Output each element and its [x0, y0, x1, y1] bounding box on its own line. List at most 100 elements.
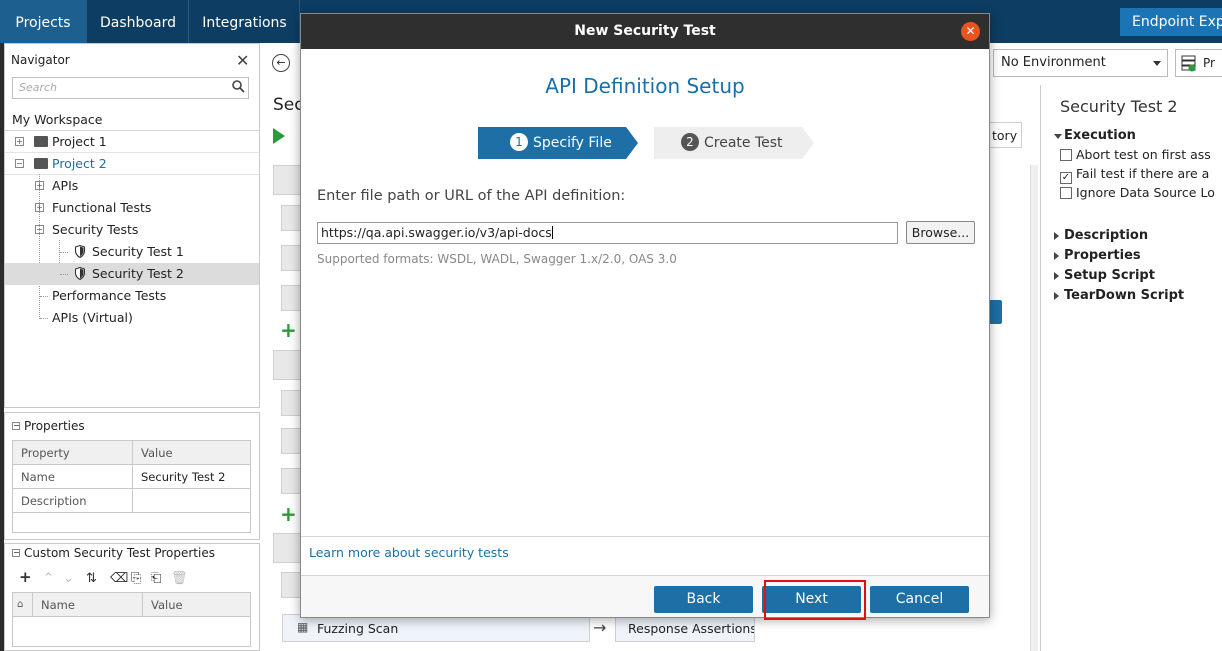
option-abort-test[interactable]: Abort test on first ass	[1060, 147, 1211, 162]
column-header: Value	[132, 440, 251, 465]
checkbox-checked[interactable]: ✓	[1060, 172, 1072, 184]
response-assertions-item[interactable]: Response Assertions	[615, 614, 755, 642]
expand-icon[interactable]: +	[15, 137, 24, 146]
arrow-icon: →	[593, 618, 607, 637]
scrollbar[interactable]	[1030, 165, 1038, 651]
expand-icon[interactable]: +	[35, 203, 44, 212]
back-arrow-icon[interactable]: ←	[272, 54, 290, 72]
export-icon[interactable]: ⎗	[151, 571, 161, 586]
execution-section[interactable]: Execution	[1064, 128, 1136, 143]
property-value[interactable]: Security Test 2	[132, 464, 251, 489]
endpoint-explorer-button[interactable]: Endpoint Exp	[1120, 8, 1222, 36]
move-down-icon[interactable]: ⌄	[63, 571, 74, 586]
column-header: Value	[142, 592, 251, 617]
table-row[interactable]: Description	[12, 488, 251, 513]
tree-item-label: APIs	[52, 178, 79, 193]
move-up-icon[interactable]: ⌃	[43, 571, 54, 586]
tree-item-label: Project 1	[52, 134, 107, 149]
step-create-test: 2 Create Test	[654, 127, 814, 159]
tree-item-functional-tests[interactable]: + Functional Tests	[5, 197, 259, 219]
tree-workspace[interactable]: My Workspace	[5, 109, 259, 131]
property-value[interactable]	[132, 488, 251, 513]
navigator-title: Navigator	[11, 53, 70, 67]
expand-icon[interactable]	[1054, 272, 1059, 280]
tree-item-security-test2[interactable]: Security Test 2	[5, 263, 259, 285]
shield-icon	[75, 267, 85, 280]
delete-icon[interactable]: 🗑	[171, 571, 188, 586]
option-ignore-data-source[interactable]: Ignore Data Source Lo	[1060, 185, 1215, 200]
supported-formats-text: Supported formats: WSDL, WADL, Swagger 1…	[317, 252, 677, 266]
dialog-titlebar: New Security Test ✕	[301, 14, 989, 49]
collapse-icon[interactable]: −	[35, 225, 44, 234]
tree-item-performance-tests[interactable]: Performance Tests	[5, 285, 259, 307]
import-icon[interactable]: ⎘	[131, 571, 141, 586]
server-icon	[1181, 55, 1196, 72]
environment-value: No Environment	[1001, 55, 1106, 70]
step-specify-file: 1 Specify File	[478, 127, 638, 159]
teardown-script-section[interactable]: TearDown Script	[1064, 288, 1184, 303]
properties-section[interactable]: Properties	[1064, 248, 1141, 263]
tree-item-security-test1[interactable]: Security Test 1	[5, 241, 259, 263]
properties-table: Property Value Name Security Test 2 Desc…	[12, 440, 251, 533]
checkbox[interactable]	[1060, 149, 1072, 161]
tree-item-security-tests[interactable]: − Security Tests	[5, 219, 259, 241]
setup-script-section[interactable]: Setup Script	[1064, 268, 1155, 283]
properties-title: Properties	[24, 419, 85, 433]
checkbox[interactable]	[1060, 187, 1072, 199]
environment-button[interactable]: Pr	[1175, 49, 1222, 77]
run-icon[interactable]	[273, 128, 285, 144]
tree-item-apis-virtual[interactable]: APIs (Virtual)	[5, 307, 259, 329]
learn-more-link[interactable]: Learn more about security tests	[309, 545, 509, 560]
close-icon[interactable]: ✕	[961, 22, 980, 41]
search-input[interactable]: Search	[12, 77, 249, 99]
tree-item-project2[interactable]: − Project 2	[5, 153, 259, 175]
add-icon[interactable]: +	[19, 568, 32, 586]
expand-icon[interactable]	[1054, 252, 1059, 260]
back-button[interactable]: Back	[654, 586, 753, 613]
clear-icon[interactable]: ⌫	[110, 571, 128, 586]
table-row[interactable]: Name Security Test 2	[12, 464, 251, 489]
dialog-title: New Security Test	[574, 23, 716, 39]
next-button-highlight	[764, 580, 866, 620]
tab-projects[interactable]: Projects	[0, 0, 87, 43]
description-section[interactable]: Description	[1064, 228, 1148, 243]
tree-item-label: Functional Tests	[52, 200, 152, 215]
collapse-icon[interactable]: −	[15, 159, 24, 168]
fuzzing-scan-item[interactable]: ▦ Fuzzing Scan	[282, 614, 590, 642]
tab-dashboard[interactable]: Dashboard	[88, 0, 189, 43]
add-icon[interactable]: +	[280, 502, 297, 526]
scan-icon: ▦	[297, 620, 309, 634]
tree-item-project1[interactable]: + Project 1	[5, 131, 259, 153]
sort-icon[interactable]: ⇅	[86, 571, 97, 586]
property-name: Description	[12, 488, 133, 513]
history-label: tory	[992, 128, 1018, 143]
tree-item-apis[interactable]: + APIs	[5, 175, 259, 197]
option-fail-test[interactable]: ✓ Fail test if there are a	[1060, 166, 1209, 184]
dialog-heading: API Definition Setup	[545, 74, 745, 98]
url-input[interactable]: https://qa.api.swagger.io/v3/api-docs	[317, 222, 898, 244]
expand-icon[interactable]	[1054, 232, 1059, 240]
environment-select[interactable]: No Environment	[993, 49, 1168, 77]
tab-integrations[interactable]: Integrations	[190, 0, 300, 43]
history-button[interactable]: tory	[985, 122, 1022, 148]
custom-properties-table: ⌂ Name Value	[12, 592, 251, 647]
collapse-icon[interactable]: −	[12, 422, 20, 430]
tree-item-label: Performance Tests	[52, 288, 167, 303]
collapse-icon[interactable]	[1054, 134, 1062, 139]
workspace-label: My Workspace	[12, 112, 103, 127]
collapse-icon[interactable]: −	[12, 549, 20, 557]
table-header: ⌂ Name Value	[12, 592, 251, 617]
cancel-button[interactable]: Cancel	[870, 586, 969, 613]
close-icon[interactable]: ✕	[236, 51, 249, 70]
step-label: Create Test	[704, 135, 783, 151]
url-value: https://qa.api.swagger.io/v3/api-docs	[321, 225, 552, 240]
option-label: Abort test on first ass	[1076, 147, 1211, 162]
expand-icon[interactable]: +	[35, 181, 44, 190]
search-icon[interactable]	[232, 80, 245, 93]
chevron-down-icon	[1153, 61, 1161, 66]
add-icon[interactable]: +	[280, 318, 297, 342]
browse-button[interactable]: Browse...	[906, 221, 975, 244]
option-label: Ignore Data Source Lo	[1076, 185, 1215, 200]
section-box	[273, 165, 303, 195]
expand-icon[interactable]	[1054, 292, 1059, 300]
